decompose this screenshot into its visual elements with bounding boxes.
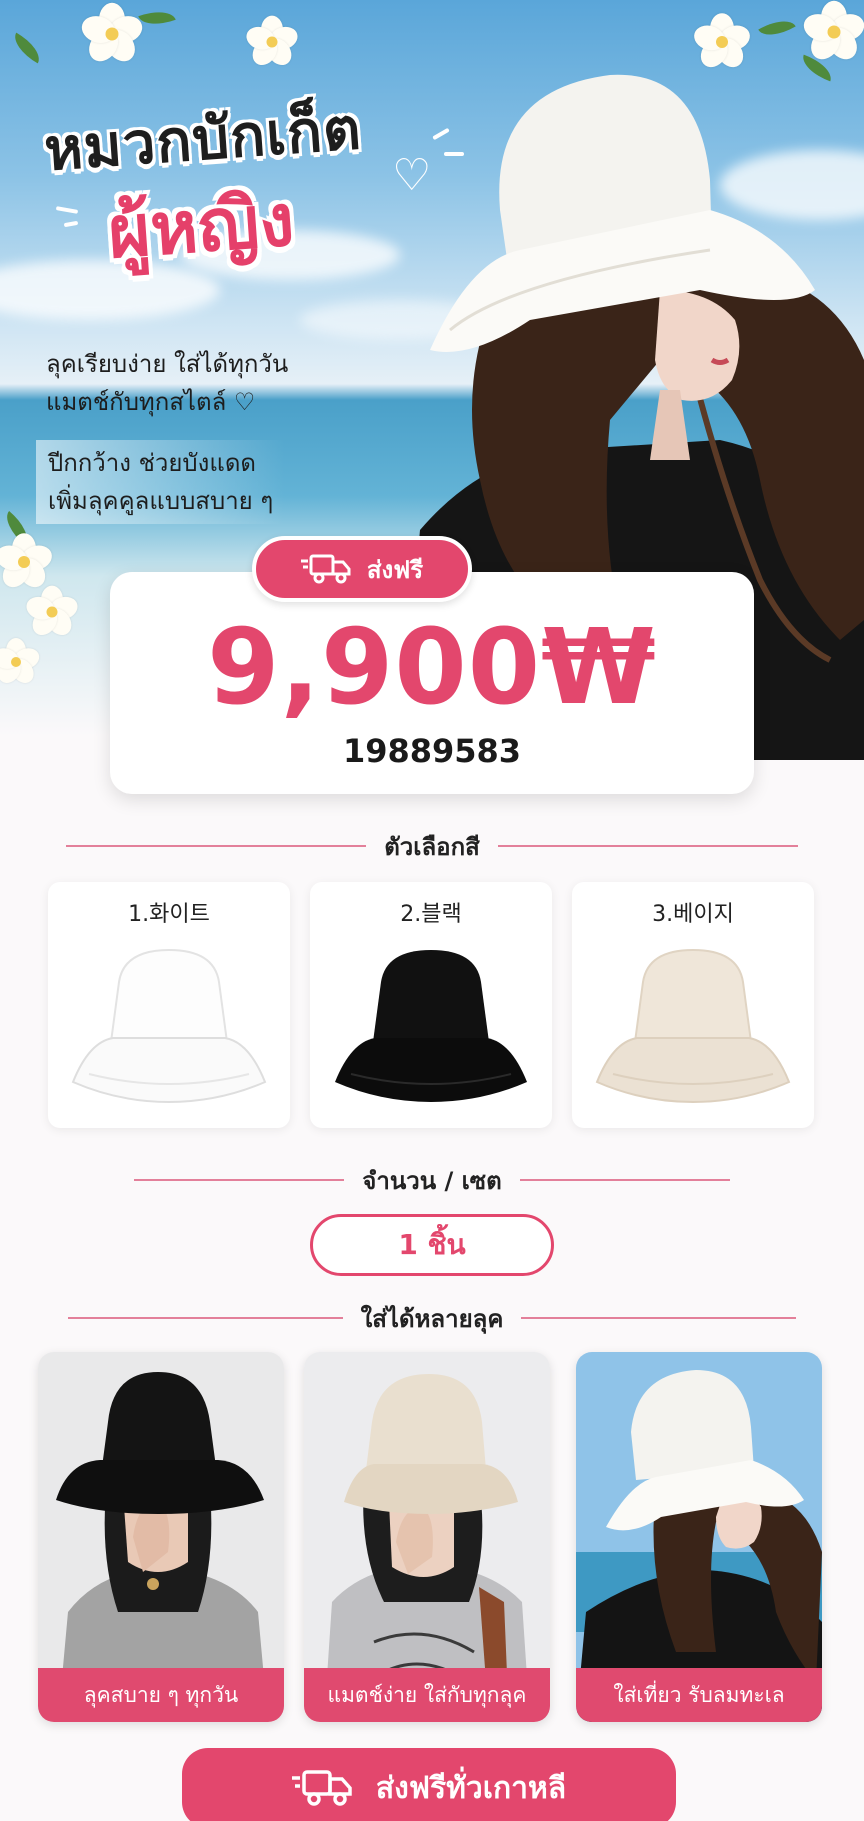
flower-decoration (0, 638, 42, 688)
style-card-casual[interactable]: ลุคสบาย ๆ ทุกวัน (38, 1352, 284, 1722)
truck-icon (291, 1770, 352, 1806)
casual-look-photo (38, 1352, 284, 1722)
color-option-name: 1.화이트 (128, 902, 210, 927)
color-option-name: 3.베이지 (652, 902, 734, 927)
color-option-black[interactable]: 2.블랙 (310, 882, 552, 1128)
color-option-beige[interactable]: 3.베이지 (572, 882, 814, 1128)
free-shipping-label: ส่งฟรี (366, 555, 424, 584)
free-shipping-badge: ส่งฟรี (252, 536, 472, 602)
flower-decoration (0, 533, 56, 593)
price-card: 9,900₩ 19889583 (110, 572, 754, 794)
match-look-photo (304, 1352, 550, 1722)
beige-hat-image (595, 948, 791, 1104)
desc-line-3: ปีกกว้าง ช่วยบังแดด (48, 449, 257, 477)
color-option-white[interactable]: 1.화이트 (48, 882, 290, 1128)
white-hat-image (71, 948, 267, 1104)
desc-line-1: ลุคเรียบง่าย ใส่ได้ทุกวัน (46, 350, 289, 378)
price-value: 9,900₩ (207, 606, 657, 728)
quantity-selector[interactable]: 1 ชิ้น (310, 1214, 554, 1276)
styles-section-title: ใส่ได้หลายลุค (360, 1304, 504, 1333)
flower-decoration (78, 2, 146, 67)
desc-line-4: เพิ่มลุคคูลแบบสบาย ๆ (48, 487, 274, 515)
style-card-match[interactable]: แมตช์ง่าย ใส่กับทุกลุค (304, 1352, 550, 1722)
style-caption: ใส่เที่ยว รับลมทะเล (576, 1668, 822, 1722)
style-caption: ลุคสบาย ๆ ทุกวัน (38, 1668, 284, 1722)
colors-section-header: ตัวเลือกสี (0, 826, 864, 866)
quantity-section-title: จำนวน / เซต (362, 1166, 502, 1195)
quantity-section-header: จำนวน / เซต (0, 1160, 864, 1200)
hero-description-primary: ลุคเรียบง่าย ใส่ได้ทุกวัน แมตช์กับทุกสไต… (46, 345, 288, 421)
travel-look-photo (576, 1352, 822, 1722)
black-hat-image (335, 950, 527, 1102)
product-code: 19889583 (342, 732, 522, 770)
style-caption: แมตช์ง่าย ใส่กับทุกลุค (304, 1668, 550, 1722)
flower-decoration (23, 585, 81, 640)
heart-icon: ♡ (392, 150, 432, 201)
style-card-travel[interactable]: ใส่เที่ยว รับลมทะเล (576, 1352, 822, 1722)
truck-icon (300, 554, 351, 584)
styles-section-header: ใส่ได้หลายลุค (0, 1298, 864, 1338)
hero-title-line2: ผู้หญิง (105, 177, 297, 275)
free-shipping-korea-label: ส่งฟรีทั่วเกาหลี (375, 1770, 567, 1806)
free-shipping-korea-button[interactable]: ส่งฟรีทั่วเกาหลี (182, 1748, 676, 1821)
colors-section-title: ตัวเลือกสี (384, 832, 480, 861)
flower-decoration (800, 0, 864, 65)
color-option-name: 2.블랙 (400, 902, 462, 927)
hero-description-secondary: ปีกกว้าง ช่วยบังแดด เพิ่มลุคคูลแบบสบาย ๆ (36, 440, 286, 524)
desc-line-2: แมตช์กับทุกสไตล์ ♡ (46, 388, 256, 416)
flower-decoration (243, 15, 301, 70)
